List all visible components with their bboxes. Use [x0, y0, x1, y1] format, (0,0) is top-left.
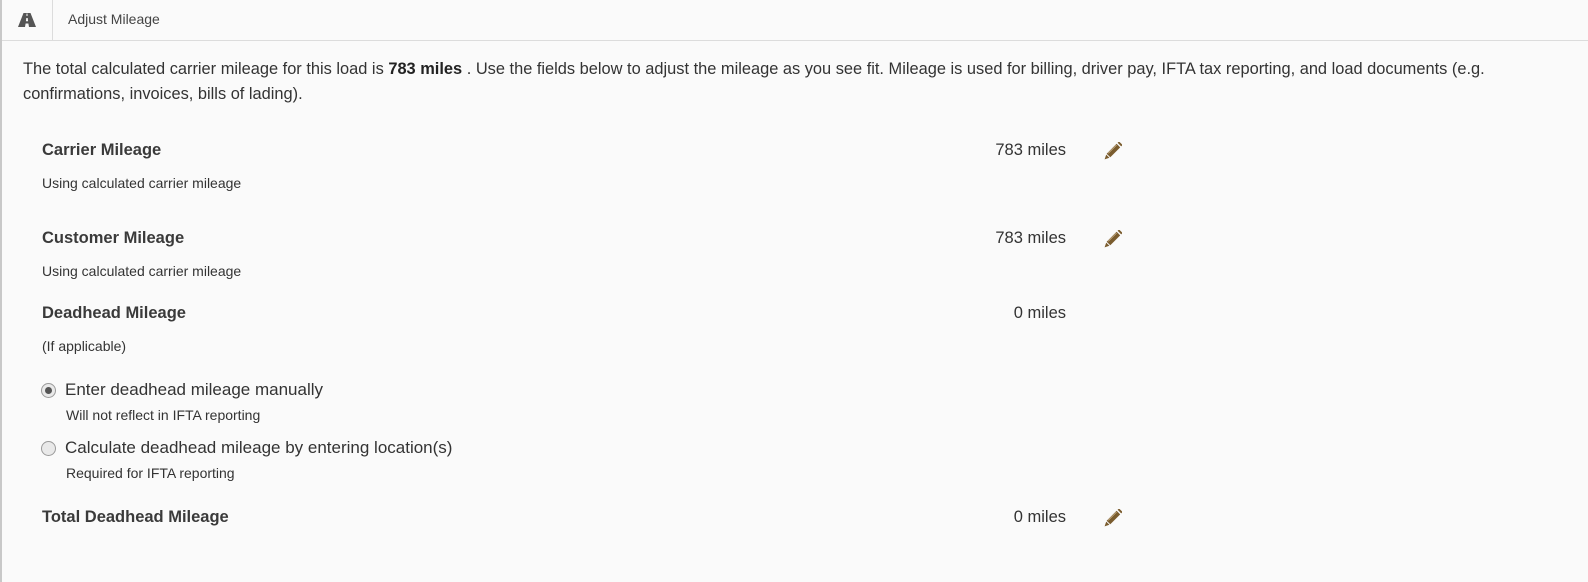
customer-mileage-value: 783 miles — [995, 229, 1066, 247]
deadhead-mileage-subtitle: (If applicable) — [42, 338, 127, 354]
edit-total-deadhead-pencil-icon[interactable] — [1104, 509, 1122, 527]
header-icon-cell — [2, 0, 53, 40]
deadhead-location-option[interactable]: Calculate deadhead mileage by entering l… — [41, 438, 452, 458]
edit-customer-mileage-pencil-icon[interactable] — [1104, 230, 1122, 248]
carrier-mileage-value: 783 miles — [995, 141, 1066, 159]
deadhead-manual-hint: Will not reflect in IFTA reporting — [66, 407, 261, 423]
deadhead-location-radio[interactable] — [41, 440, 56, 456]
adjust-mileage-panel: Adjust Mileage The total calculated carr… — [0, 0, 1588, 582]
customer-mileage-title: Customer Mileage — [42, 229, 185, 247]
deadhead-location-hint: Required for IFTA reporting — [66, 465, 235, 481]
carrier-mileage-subtitle: Using calculated carrier mileage — [42, 175, 242, 191]
total-deadhead-mileage-value: 0 miles — [1013, 508, 1066, 526]
total-carrier-mileage: 783 miles — [388, 60, 463, 78]
intro-text-before: The total calculated carrier mileage for… — [23, 60, 389, 78]
road-icon — [18, 13, 36, 27]
deadhead-manual-radio[interactable] — [41, 382, 56, 398]
intro-text: The total calculated carrier mileage for… — [23, 57, 1583, 107]
deadhead-mileage-value: 0 miles — [1013, 304, 1066, 322]
edit-carrier-mileage-pencil-icon[interactable] — [1104, 142, 1122, 160]
customer-mileage-subtitle: Using calculated carrier mileage — [42, 263, 242, 279]
deadhead-manual-label[interactable]: Enter deadhead mileage manually — [65, 380, 323, 400]
deadhead-manual-option[interactable]: Enter deadhead mileage manually — [41, 380, 323, 400]
page-title: Adjust Mileage — [68, 11, 160, 27]
carrier-mileage-title: Carrier Mileage — [42, 141, 162, 159]
deadhead-mileage-title: Deadhead Mileage — [42, 304, 186, 322]
total-deadhead-mileage-title: Total Deadhead Mileage — [42, 508, 229, 526]
deadhead-location-label[interactable]: Calculate deadhead mileage by entering l… — [65, 438, 452, 458]
panel-header: Adjust Mileage — [2, 0, 1588, 41]
